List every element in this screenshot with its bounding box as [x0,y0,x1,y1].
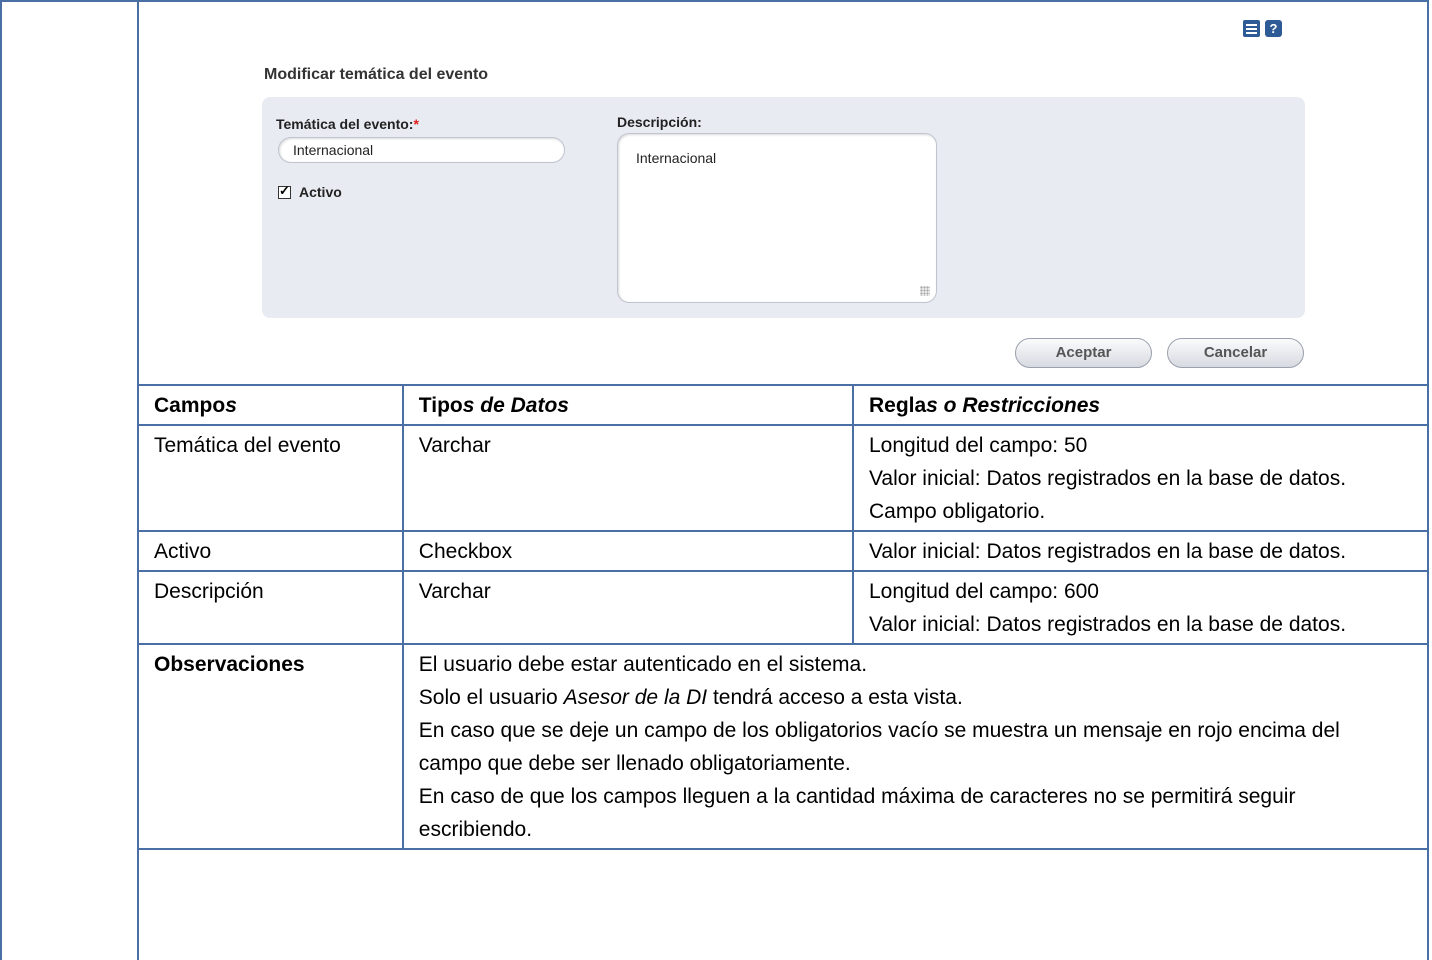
help-icon[interactable]: ? [1265,20,1282,37]
activo-row[interactable]: Activo [278,183,342,200]
type-cell: Varchar [401,570,854,645]
activo-checkbox[interactable] [278,183,291,199]
spec-table: Campos Tipos de Datos Reglas o Restricci… [137,384,1430,850]
header-reglas: Reglas o Restricciones [851,384,1430,426]
rule-line: Valor inicial: Datos registrados en la b… [868,540,1347,563]
observacion-text: Solo el usuario [418,686,564,709]
rule-line: Valor inicial: Datos registrados en la b… [868,467,1347,490]
cancel-button[interactable]: Cancelar [1167,338,1304,368]
header-campos-suffix: s [225,394,237,417]
rules-cell: Longitud del campo: 600 Valor inicial: D… [851,570,1430,645]
descripcion-label: Descripción: [617,114,702,130]
field-cell: Temática del evento [137,424,404,532]
descripcion-textarea[interactable]: Internacional [617,133,937,303]
header-campos: Campos [137,384,404,426]
observacion-line: En caso de que los campos lleguen a la c… [418,785,1296,841]
header-campos-text: Campo [154,394,226,417]
accept-button[interactable]: Aceptar [1015,338,1152,368]
table-header-row: Campos Tipos de Datos Reglas o Restricci… [137,384,1430,426]
type-cell: Varchar [401,424,854,532]
activo-label: Activo [299,184,342,200]
observacion-text: tendrá acceso a esta vista. [707,686,963,709]
header-tipos: Tipos de Datos [401,384,854,426]
observaciones-cell: El usuario debe estar autenticado en el … [401,643,1430,850]
header-reglas-text: Regla [868,394,927,417]
table-row: Descripción Varchar Longitud del campo: … [137,570,1430,645]
rules-cell: Valor inicial: Datos registrados en la b… [851,530,1430,572]
tematica-label-text: Temática del evento: [276,116,414,132]
field-cell: Descripción [137,570,404,645]
rule-line: Campo obligatorio. [868,500,1046,523]
observaciones-label: Observaciones [137,643,404,850]
field-cell: Activo [137,530,404,572]
toolbar-icons: ? [1243,20,1282,37]
rule-line: Longitud del campo: 600 [868,580,1099,603]
observacion-line: En caso que se deje un campo de los obli… [418,719,1340,775]
tematica-input[interactable]: Internacional [278,137,565,163]
form-title: Modificar temática del evento [264,66,489,83]
descripcion-value: Internacional [636,150,717,166]
resize-grip-icon[interactable] [920,286,930,296]
rules-cell: Longitud del campo: 50 Valor inicial: Da… [851,424,1430,532]
rule-line: Valor inicial: Datos registrados en la b… [868,613,1347,636]
header-tipos-suffix: s de Datos [462,394,569,417]
list-icon[interactable] [1243,20,1260,37]
observaciones-row: Observaciones El usuario debe estar aute… [137,643,1430,850]
table-row: Temática del evento Varchar Longitud del… [137,424,1430,532]
header-reglas-suffix: s o Restricciones [926,394,1101,417]
tematica-label: Temática del evento:* [276,116,419,132]
observacion-line: El usuario debe estar autenticado en el … [418,653,868,676]
table-row: Activo Checkbox Valor inicial: Datos reg… [137,530,1430,572]
required-mark: * [413,116,419,132]
observacion-role: Asesor de la DI [563,686,708,709]
type-cell: Checkbox [401,530,854,572]
observacion-line: Solo el usuario Asesor de la DI tendrá a… [419,681,1407,714]
rule-line: Longitud del campo: 50 [868,434,1088,457]
header-tipos-text: Tipo [418,394,463,417]
